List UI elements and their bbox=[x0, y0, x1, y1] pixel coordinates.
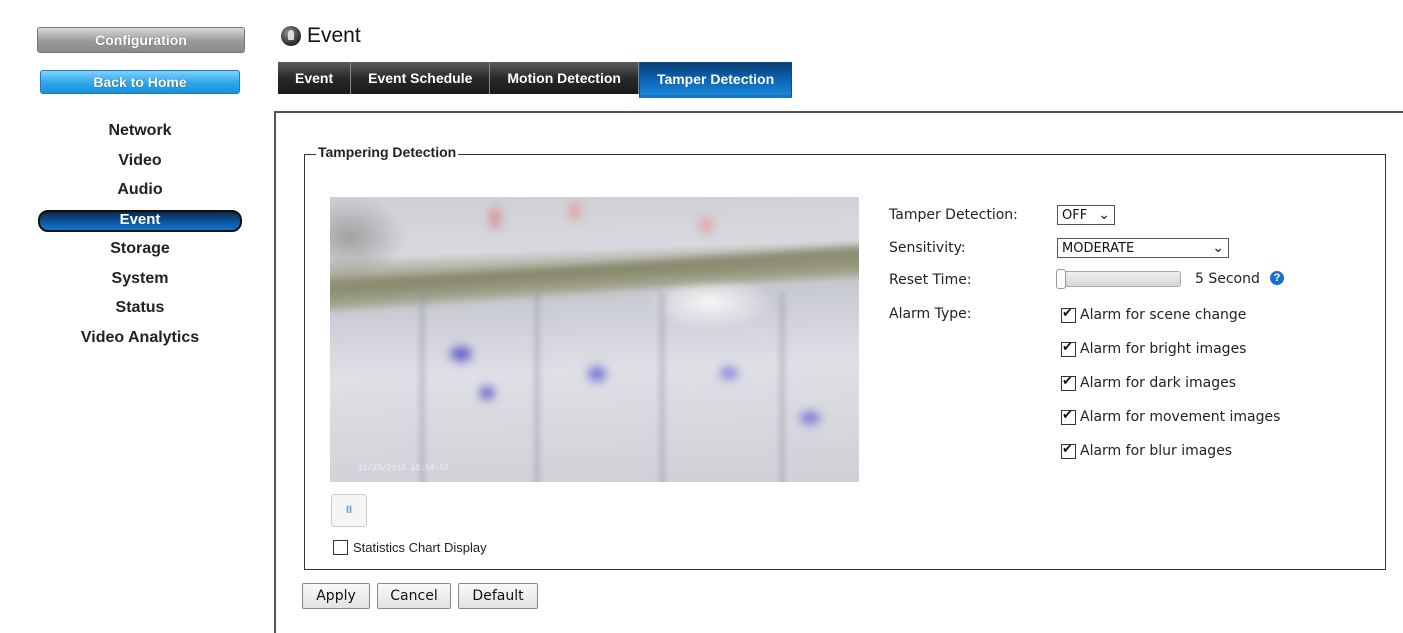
page-title: Event bbox=[307, 24, 361, 47]
sidebar-item-video-analytics[interactable]: Video Analytics bbox=[0, 323, 280, 353]
sidebar-item-label: Storage bbox=[110, 240, 170, 257]
video-column bbox=[420, 292, 424, 482]
sidebar-item-storage[interactable]: Storage bbox=[0, 234, 280, 264]
event-icon bbox=[281, 26, 301, 46]
video-column bbox=[535, 292, 539, 482]
tamper-detection-value: OFF bbox=[1062, 208, 1088, 223]
configuration-button[interactable]: Configuration bbox=[37, 27, 245, 53]
alarm-scene-change[interactable]: Alarm for scene change bbox=[1061, 306, 1247, 323]
sidebar-item-label: Video bbox=[118, 151, 162, 169]
sidebar-item-label: System bbox=[111, 269, 169, 287]
sidebar-item-video[interactable]: Video bbox=[0, 146, 280, 176]
video-spot bbox=[588, 367, 606, 381]
alarm-bright-images[interactable]: Alarm for bright images bbox=[1061, 340, 1247, 357]
alarm-dark-images[interactable]: Alarm for dark images bbox=[1061, 374, 1237, 391]
alarm-label: Alarm for bright images bbox=[1080, 341, 1247, 357]
sensitivity-value: MODERATE bbox=[1062, 241, 1135, 256]
alarm-label: Alarm for scene change bbox=[1080, 307, 1247, 323]
tab-motion-detection[interactable]: Motion Detection bbox=[490, 62, 639, 94]
video-spot bbox=[720, 367, 738, 379]
sidebar-item-network[interactable]: Network bbox=[0, 116, 280, 146]
video-spot bbox=[480, 387, 494, 399]
sidebar-nav: Network Video Audio Event Storage System… bbox=[0, 116, 280, 352]
alarm-checkbox[interactable] bbox=[1061, 442, 1076, 459]
tamper-detection-label: Tamper Detection: bbox=[889, 207, 1018, 223]
statistics-checkbox[interactable] bbox=[333, 540, 348, 555]
slider-handle[interactable] bbox=[1056, 269, 1066, 289]
reset-time-slider[interactable] bbox=[1056, 269, 1181, 289]
alarm-label: Alarm for dark images bbox=[1080, 375, 1237, 391]
alarm-blur-images[interactable]: Alarm for blur images bbox=[1061, 442, 1233, 459]
reset-time-label: Reset Time: bbox=[889, 272, 972, 288]
alarm-checkbox[interactable] bbox=[1061, 306, 1076, 323]
sidebar-item-audio[interactable]: Audio bbox=[0, 175, 280, 205]
section-legend: Tampering Detection bbox=[316, 144, 459, 160]
tab-event[interactable]: Event bbox=[278, 62, 352, 94]
cancel-button[interactable]: Cancel bbox=[377, 583, 451, 609]
default-button[interactable]: Default bbox=[458, 583, 538, 609]
alarm-type-label: Alarm Type: bbox=[889, 306, 972, 322]
help-icon[interactable]: ? bbox=[1270, 271, 1284, 285]
sidebar-item-label: Audio bbox=[117, 181, 163, 198]
alarm-checkbox[interactable] bbox=[1061, 408, 1076, 425]
statistics-chart-toggle[interactable]: Statistics Chart Display bbox=[333, 540, 487, 555]
sensitivity-label: Sensitivity: bbox=[889, 240, 966, 256]
sidebar-item-system[interactable]: System bbox=[0, 264, 280, 294]
camera-preview: 12/25/2015 15:50:57 bbox=[330, 197, 859, 482]
tab-event-schedule[interactable]: Event Schedule bbox=[351, 62, 491, 94]
tamper-detection-select[interactable]: OFF ⌄ bbox=[1057, 205, 1115, 225]
alarm-label: Alarm for blur images bbox=[1080, 443, 1233, 459]
pause-button[interactable]: II bbox=[331, 494, 367, 527]
video-spot bbox=[700, 217, 712, 233]
tab-tamper-detection[interactable]: Tamper Detection bbox=[638, 62, 793, 98]
alarm-checkbox[interactable] bbox=[1061, 340, 1076, 357]
sidebar-item-status[interactable]: Status bbox=[0, 293, 280, 323]
statistics-label: Statistics Chart Display bbox=[353, 540, 487, 555]
alarm-movement-images[interactable]: Alarm for movement images bbox=[1061, 408, 1281, 425]
video-timestamp: 12/25/2015 15:50:57 bbox=[358, 464, 450, 473]
video-spot bbox=[570, 202, 580, 220]
reset-time-value: 5 Second bbox=[1195, 271, 1260, 287]
sidebar-item-label: Network bbox=[108, 122, 172, 139]
video-spot bbox=[800, 412, 820, 424]
back-to-home-button[interactable]: Back to Home bbox=[40, 70, 240, 94]
tab-bar: Event Event Schedule Motion Detection Ta… bbox=[278, 62, 793, 98]
chevron-down-icon: ⌄ bbox=[1098, 207, 1110, 223]
video-spot bbox=[490, 207, 500, 229]
video-column bbox=[660, 292, 664, 482]
alarm-checkbox[interactable] bbox=[1061, 374, 1076, 391]
sidebar-item-label: Status bbox=[115, 299, 165, 316]
video-spot bbox=[450, 347, 472, 361]
sidebar-item-label: Video Analytics bbox=[80, 328, 200, 346]
alarm-label: Alarm for movement images bbox=[1080, 409, 1281, 425]
video-column bbox=[780, 292, 784, 482]
pause-icon: II bbox=[345, 504, 353, 516]
sensitivity-select[interactable]: MODERATE ⌄ bbox=[1057, 238, 1229, 258]
page-header: Event bbox=[281, 22, 361, 50]
sidebar: Configuration Back to Home Network Video… bbox=[0, 0, 250, 616]
chevron-down-icon: ⌄ bbox=[1212, 240, 1224, 256]
sidebar-item-event[interactable]: Event bbox=[0, 205, 280, 235]
apply-button[interactable]: Apply bbox=[302, 583, 370, 609]
sidebar-item-label: Event bbox=[119, 210, 161, 228]
